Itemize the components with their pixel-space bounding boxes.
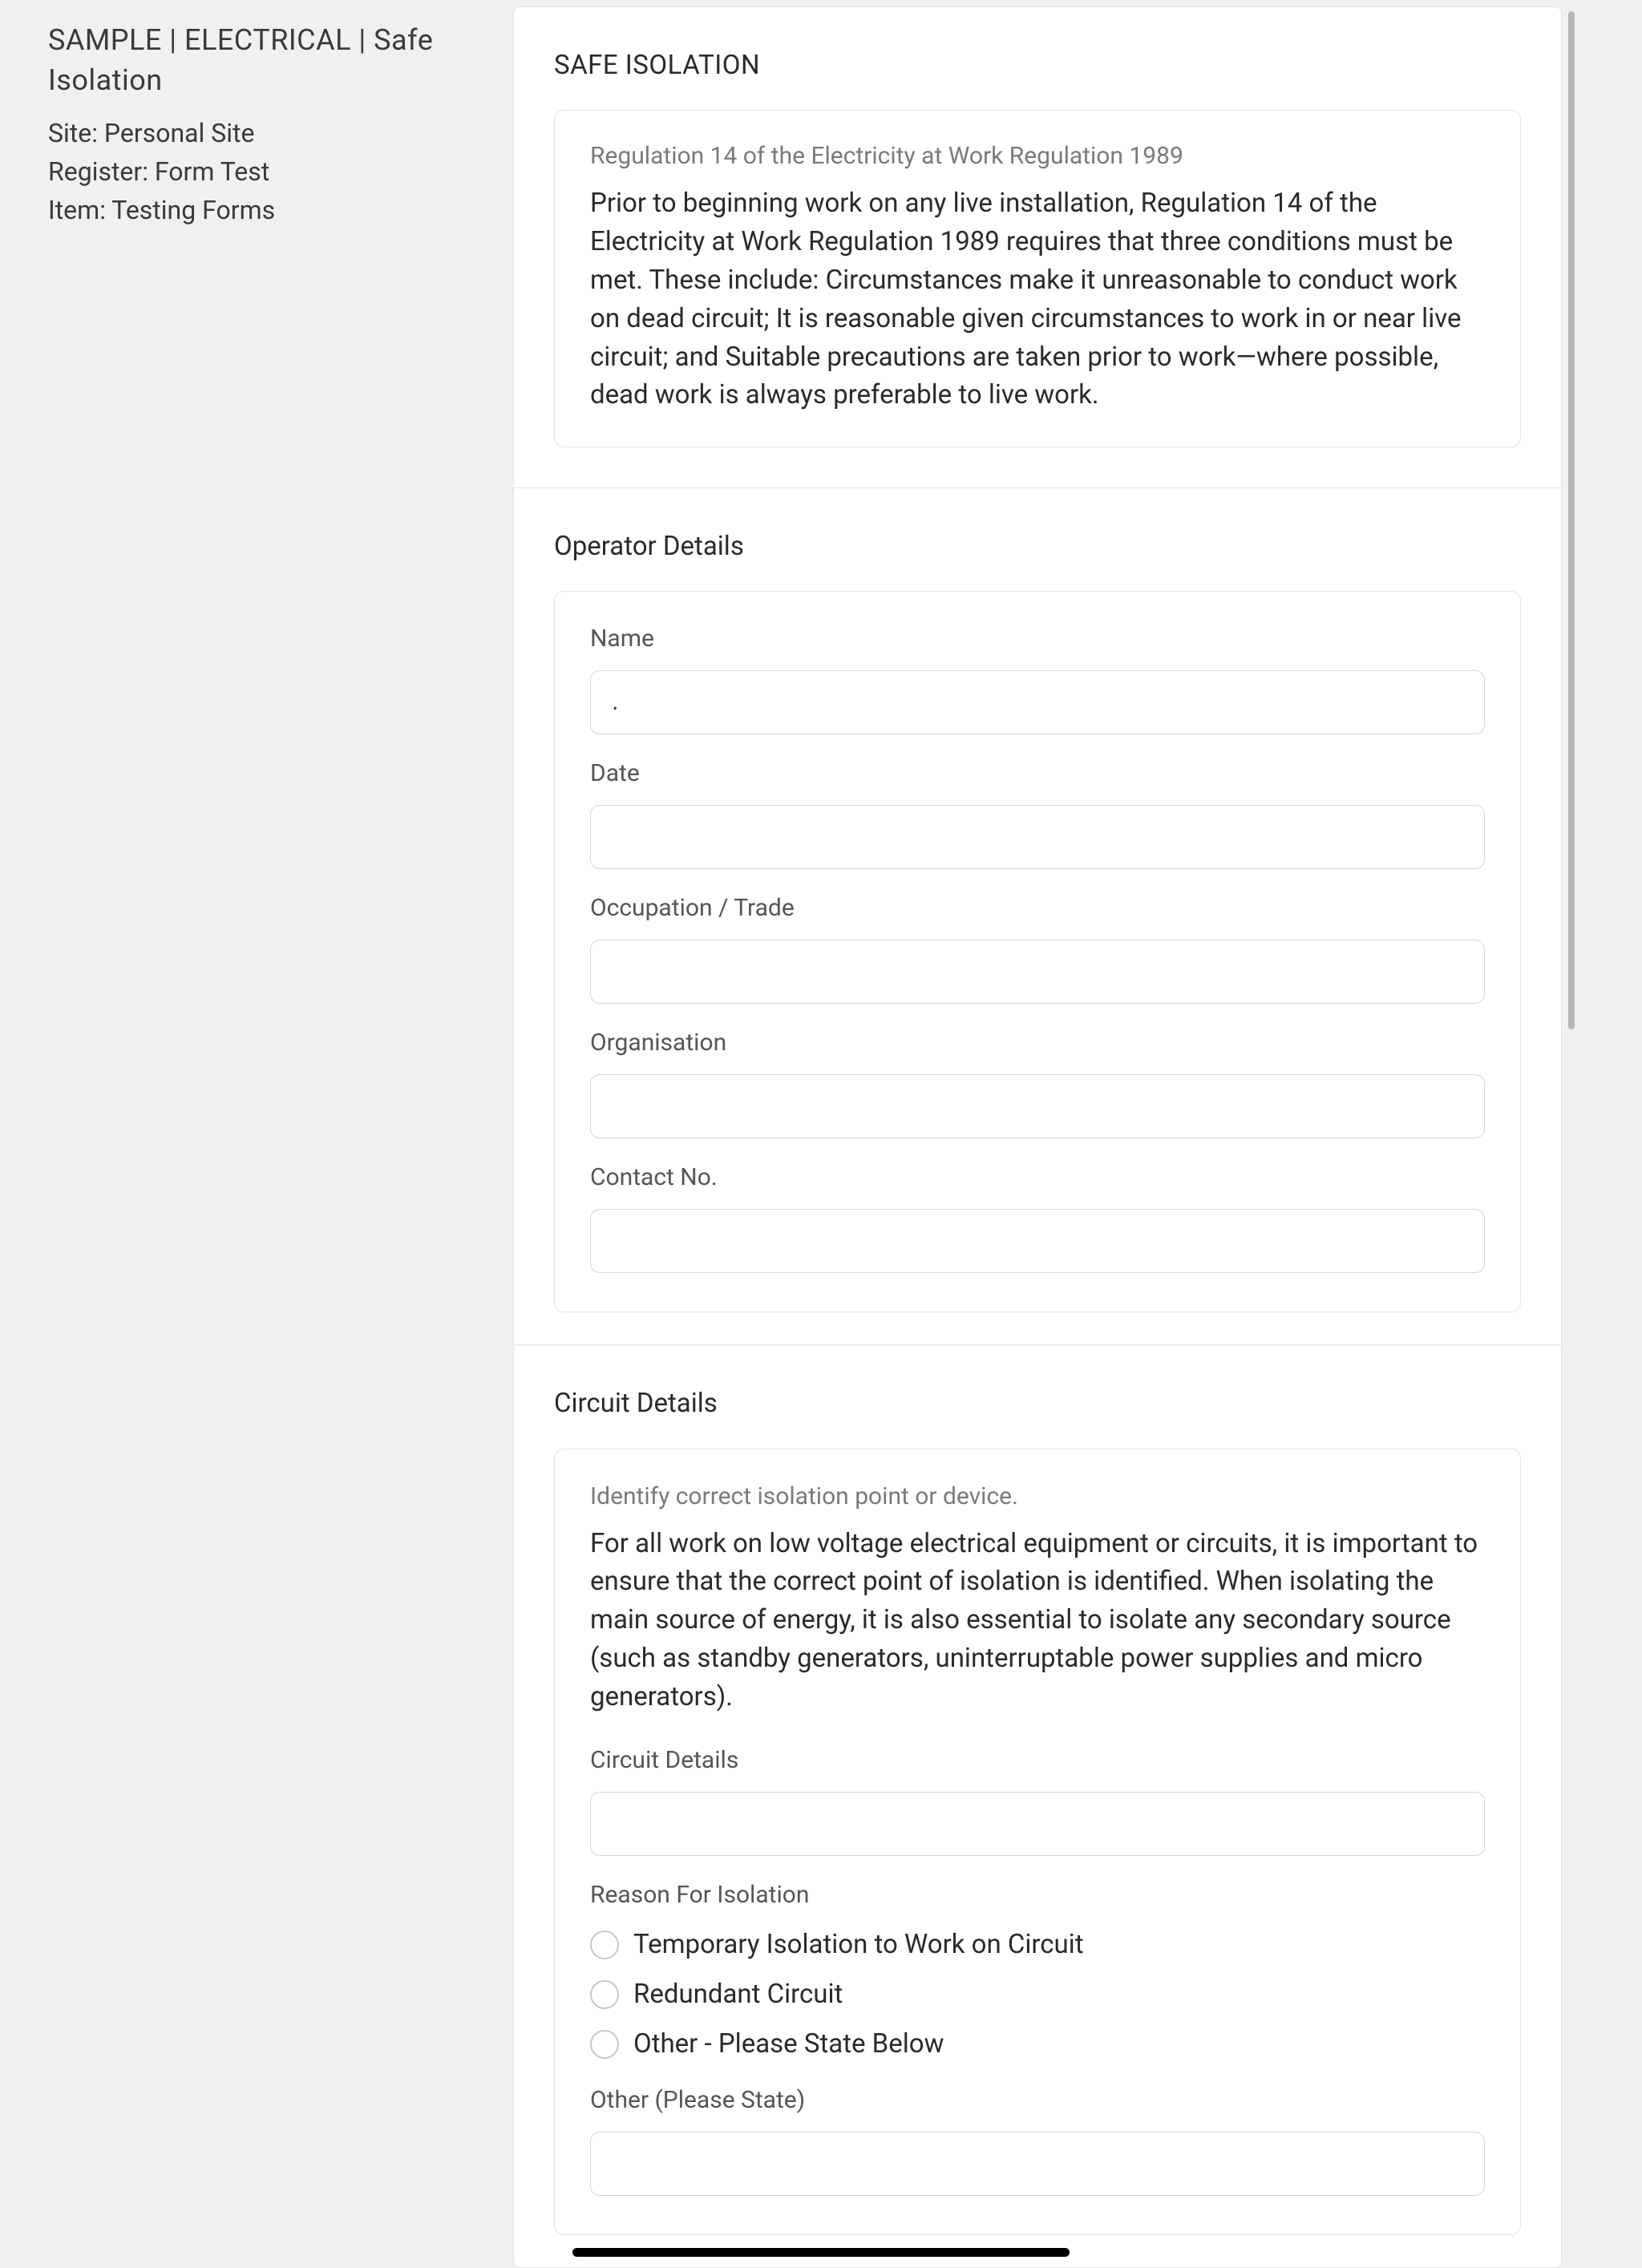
main-content: SAFE ISOLATION Regulation 14 of the Elec… [513, 0, 1642, 2268]
section-circuit-details: Circuit Details Identify correct isolati… [514, 1344, 1561, 2267]
label-organisation: Organisation [590, 1026, 1485, 1060]
section-heading-operator: Operator Details [554, 528, 1521, 565]
item-line: Item: Testing Forms [48, 191, 465, 229]
regulation-info-box: Regulation 14 of the Electricity at Work… [554, 110, 1521, 447]
register-line: Register: Form Test [48, 152, 465, 191]
label-date: Date [590, 757, 1485, 790]
radio-text-redundant: Redundant Circuit [633, 1976, 843, 2013]
section-safe-isolation: SAFE ISOLATION Regulation 14 of the Elec… [514, 7, 1561, 487]
sidebar: SAMPLE | ELECTRICAL | Safe Isolation Sit… [0, 0, 513, 2268]
regulation-info-title: Regulation 14 of the Electricity at Work… [590, 139, 1485, 173]
radio-option-redundant[interactable]: Redundant Circuit [590, 1976, 1485, 2013]
field-occupation: Occupation / Trade [590, 891, 1485, 1004]
label-other-state: Other (Please State) [590, 2084, 1485, 2117]
section-operator-details: Operator Details Name Date Occupation / … [514, 487, 1561, 1344]
input-other-state[interactable] [590, 2132, 1485, 2196]
field-contact: Contact No. [590, 1161, 1485, 1273]
section-heading-circuit: Circuit Details [554, 1385, 1521, 1422]
label-occupation: Occupation / Trade [590, 891, 1485, 925]
field-date: Date [590, 757, 1485, 869]
circuit-form: Identify correct isolation point or devi… [554, 1449, 1521, 2236]
circuit-info-body: For all work on low voltage electrical e… [590, 1525, 1485, 1716]
vertical-scrollbar[interactable] [1568, 11, 1575, 1029]
radio-circle-icon [590, 1980, 619, 2009]
radio-option-temporary[interactable]: Temporary Isolation to Work on Circuit [590, 1926, 1485, 1963]
input-name[interactable] [590, 670, 1485, 734]
site-line: Site: Personal Site [48, 114, 465, 152]
radio-circle-icon [590, 2030, 619, 2059]
radio-circle-icon [590, 1930, 619, 1959]
radio-option-other[interactable]: Other - Please State Below [590, 2026, 1485, 2063]
field-name: Name [590, 622, 1485, 734]
input-occupation[interactable] [590, 940, 1485, 1004]
home-indicator [572, 2248, 1070, 2257]
radio-text-other: Other - Please State Below [633, 2026, 944, 2063]
operator-form: Name Date Occupation / Trade Organisatio… [554, 591, 1521, 1312]
input-date[interactable] [590, 805, 1485, 869]
input-organisation[interactable] [590, 1074, 1485, 1138]
form-card: SAFE ISOLATION Regulation 14 of the Elec… [513, 6, 1562, 2268]
field-other-state: Other (Please State) [590, 2084, 1485, 2196]
field-organisation: Organisation [590, 1026, 1485, 1138]
label-name: Name [590, 622, 1485, 656]
section-heading-safe-isolation: SAFE ISOLATION [554, 47, 1521, 84]
radio-text-temporary: Temporary Isolation to Work on Circuit [633, 1926, 1084, 1963]
label-reason: Reason For Isolation [590, 1878, 1485, 1912]
regulation-info-body: Prior to beginning work on any live inst… [590, 184, 1485, 414]
reason-for-isolation-group: Reason For Isolation Temporary Isolation… [590, 1878, 1485, 2064]
input-circuit-details[interactable] [590, 1792, 1485, 1856]
sidebar-meta: Site: Personal Site Register: Form Test … [48, 114, 465, 229]
field-circuit-details: Circuit Details [590, 1744, 1485, 1856]
input-contact[interactable] [590, 1209, 1485, 1273]
label-circuit-details: Circuit Details [590, 1744, 1485, 1777]
label-contact: Contact No. [590, 1161, 1485, 1195]
circuit-info-title: Identify correct isolation point or devi… [590, 1480, 1485, 1514]
page-title: SAMPLE | ELECTRICAL | Safe Isolation [48, 20, 465, 101]
